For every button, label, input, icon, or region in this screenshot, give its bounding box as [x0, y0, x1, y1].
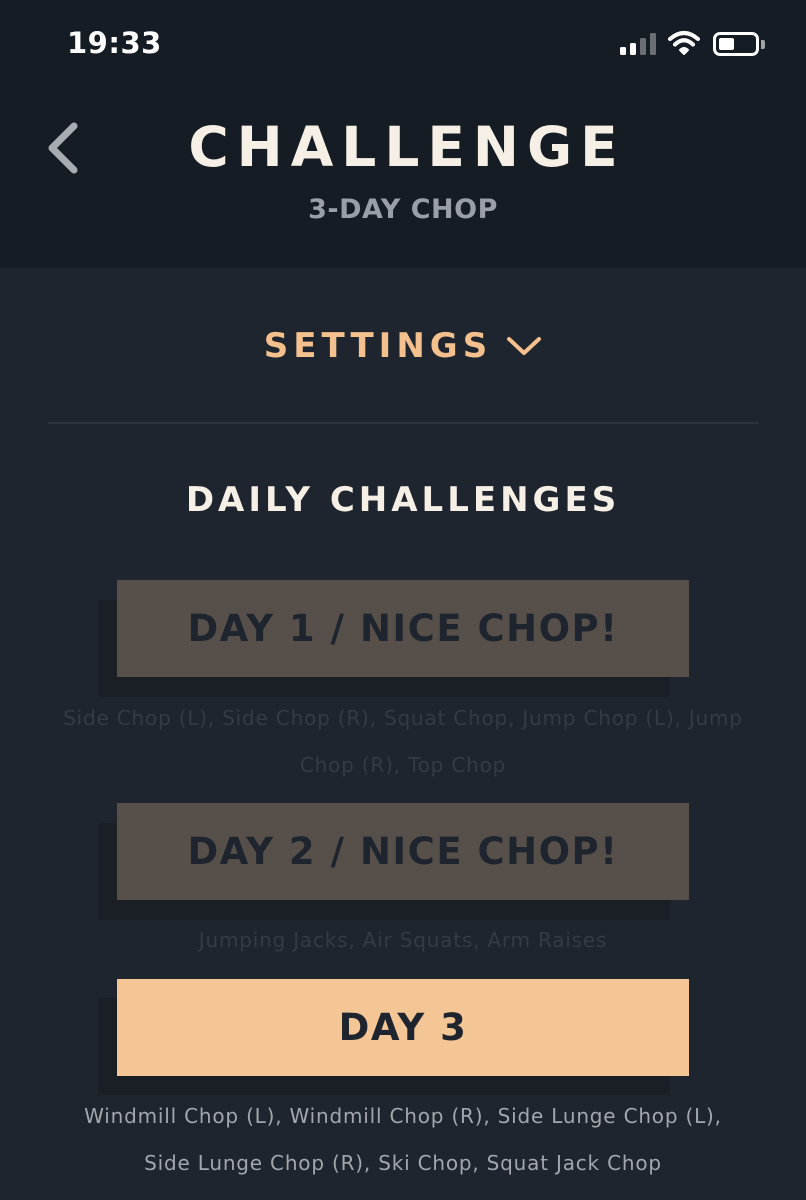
settings-toggle[interactable]: SETTINGS	[0, 324, 806, 368]
day-2-exercises: Jumping Jacks, Air Squats, Arm Raises	[198, 928, 608, 952]
cellular-signal-icon	[620, 31, 658, 55]
section-title: DAILY CHALLENGES	[185, 480, 621, 520]
day-1-button[interactable]: DAY 1 / NICE CHOP!	[117, 580, 689, 677]
divider	[48, 422, 758, 424]
day-1-exercises: Side Chop (L), Side Chop (R), Squat Chop…	[63, 706, 743, 777]
page-subtitle: 3-DAY CHOP	[308, 194, 498, 225]
day-3-button[interactable]: DAY 3	[117, 979, 689, 1076]
page-title: CHALLENGE	[188, 115, 626, 179]
chevron-down-icon	[507, 337, 542, 355]
wifi-icon	[668, 31, 700, 55]
header: 19:33 CHALLENGE 3-DAY CHOP	[0, 0, 806, 268]
day-3-exercises: Windmill Chop (L), Windmill Chop (R), Si…	[84, 1104, 722, 1175]
settings-label: SETTINGS	[263, 326, 493, 366]
day-2-button[interactable]: DAY 2 / NICE CHOP!	[117, 803, 689, 900]
battery-icon	[713, 32, 765, 56]
status-time: 19:33	[67, 26, 162, 60]
